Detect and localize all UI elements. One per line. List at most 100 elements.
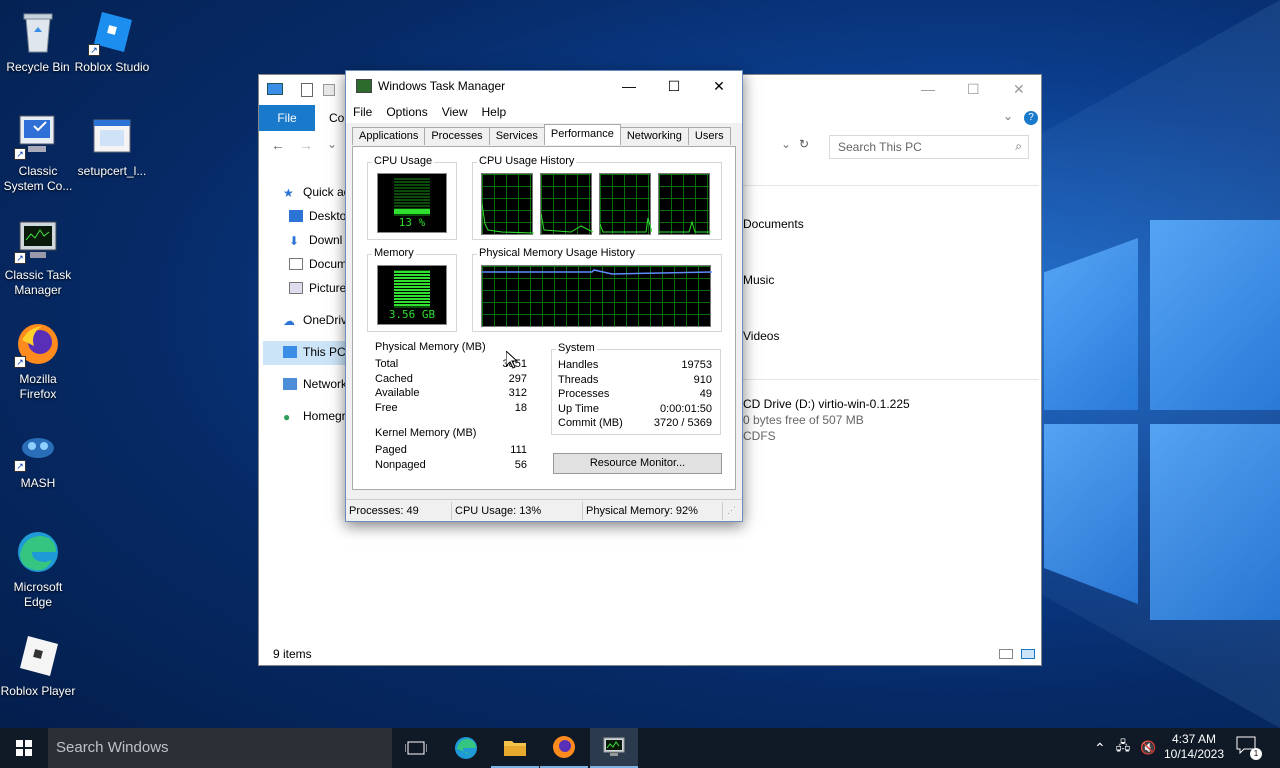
- desktop-icon-classic-task-manager[interactable]: ↗ Classic Task Manager: [0, 216, 76, 298]
- desktop-icon-label: Classic Task Manager: [4, 268, 72, 297]
- resource-monitor-button[interactable]: Resource Monitor...: [553, 453, 722, 474]
- folder-music[interactable]: Music: [743, 273, 774, 287]
- task-view-button[interactable]: [392, 728, 440, 768]
- memory-group: Memory 3.56 GB: [367, 247, 457, 332]
- task-manager-titlebar[interactable]: Windows Task Manager — ☐ ✕: [346, 71, 742, 101]
- desktop-icon-setupcert[interactable]: setupcert_l...: [74, 112, 150, 179]
- stat-value: 56: [514, 458, 527, 471]
- computer-icon: [283, 346, 297, 358]
- volume-muted-icon[interactable]: 🔇: [1140, 740, 1156, 756]
- file-tab[interactable]: File: [259, 105, 315, 131]
- nav-this-pc[interactable]: This PC: [283, 345, 346, 359]
- desktop-icon-mash[interactable]: ↗ MASH: [0, 424, 76, 491]
- stat-key: Threads: [558, 373, 599, 386]
- ribbon-tab-computer[interactable]: Co: [329, 111, 344, 125]
- taskbar-search-box[interactable]: Search Windows: [48, 728, 392, 768]
- properties-icon[interactable]: [301, 83, 313, 97]
- cd-drive-item[interactable]: CD Drive (D:) virtio-win-0.1.225 0 bytes…: [743, 396, 910, 444]
- folder-videos[interactable]: Videos: [743, 329, 779, 343]
- desktop-icon: [289, 210, 303, 222]
- show-hidden-icons-chevron-up-icon[interactable]: ⌃: [1094, 740, 1106, 757]
- tab-networking[interactable]: Networking: [619, 127, 689, 145]
- refresh-icon[interactable]: ↻: [799, 137, 809, 151]
- nav-pictures[interactable]: Picture: [289, 281, 346, 295]
- maximize-button[interactable]: ☐: [967, 81, 980, 98]
- window-title: Windows Task Manager: [378, 79, 506, 93]
- nav-documents[interactable]: Docum: [289, 257, 347, 271]
- tab-users[interactable]: Users: [687, 127, 731, 145]
- performance-panel: CPU Usage 13 % CPU Usage History Memory …: [352, 146, 736, 490]
- network-icon: [283, 378, 297, 390]
- divider: [743, 185, 1039, 186]
- minimize-button[interactable]: —: [606, 71, 652, 101]
- clock[interactable]: 4:37 AM 10/14/2023: [1160, 732, 1228, 762]
- stat-row: Nonpaged 56: [375, 458, 527, 473]
- stat-key: Commit (MB): [558, 417, 623, 429]
- nav-homegroup[interactable]: ● Homegr: [283, 409, 346, 424]
- resize-grip-icon[interactable]: ⋰: [727, 505, 736, 516]
- nav-desktop[interactable]: Deskto: [289, 209, 346, 223]
- details-view-icon[interactable]: [999, 649, 1013, 659]
- chevron-down-icon[interactable]: ⌄: [1003, 109, 1013, 123]
- address-dropdown-icon[interactable]: ⌄: [781, 137, 791, 151]
- nav-onedrive[interactable]: ☁ OneDriv: [283, 313, 347, 328]
- tab-services[interactable]: Services: [488, 127, 545, 145]
- system-rows: Handles 19753 Threads 910 Processes 49 Up T…: [558, 358, 712, 431]
- desktop-icon-recycle-bin[interactable]: Recycle Bin: [0, 8, 76, 75]
- recent-dropdown-icon[interactable]: ⌄: [327, 137, 337, 151]
- task-manager-window[interactable]: Windows Task Manager — ☐ ✕ File Options …: [345, 70, 743, 522]
- back-arrow-icon[interactable]: ←: [271, 137, 285, 153]
- action-center-button[interactable]: 1: [1236, 736, 1262, 760]
- close-button[interactable]: ✕: [1013, 81, 1025, 98]
- tab-performance[interactable]: Performance: [543, 124, 621, 145]
- desktop-icon-microsoft-edge[interactable]: Microsoft Edge: [0, 528, 76, 610]
- stat-row: Paged 111: [375, 443, 527, 458]
- menu-view[interactable]: View: [442, 105, 468, 119]
- cpu-history-graph-core-2: [540, 173, 594, 235]
- menu-options[interactable]: Options: [386, 105, 427, 119]
- desktop-icon-mozilla-firefox[interactable]: ↗ Mozilla Firefox: [0, 320, 76, 402]
- status-cpu-usage: CPU Usage: 13%: [452, 501, 583, 520]
- start-button[interactable]: [0, 728, 48, 768]
- nav-label: Picture: [309, 281, 347, 295]
- stat-row: Commit (MB) 3720 / 5369: [558, 416, 712, 431]
- stat-value: 297: [508, 372, 527, 385]
- taskbar-firefox[interactable]: [540, 728, 588, 768]
- desktop-icon-label: setupcert_l...: [77, 164, 147, 178]
- taskbar: Search Windows ⌃ 🖧 🔇 4:37 AM 10/14/2023 …: [0, 728, 1280, 768]
- menu-help[interactable]: Help: [482, 105, 507, 119]
- nav-network[interactable]: Network: [283, 377, 347, 391]
- tab-applications[interactable]: Applications: [352, 127, 426, 145]
- network-icon[interactable]: 🖧: [1116, 737, 1131, 759]
- stat-row: Cached 297: [375, 372, 527, 387]
- tab-processes[interactable]: Processes: [424, 127, 490, 145]
- folder-documents[interactable]: Documents: [743, 217, 804, 231]
- nav-quick-access[interactable]: ★ Quick ac: [283, 185, 350, 200]
- menu-file[interactable]: File: [353, 105, 372, 119]
- minimize-button[interactable]: —: [921, 81, 935, 97]
- desktop-icon-roblox-studio[interactable]: ↗ Roblox Studio: [74, 8, 150, 75]
- group-label: CPU Usage: [372, 155, 435, 167]
- search-input[interactable]: Search This PC ⌕: [829, 135, 1029, 159]
- help-icon[interactable]: ?: [1024, 111, 1038, 125]
- desktop-icon-classic-system-config[interactable]: ↗ Classic System Co...: [0, 112, 76, 194]
- task-manager-status-bar: Processes: 49 CPU Usage: 13% Physical Me…: [346, 499, 742, 521]
- desktop-icon-label: Roblox Studio: [74, 60, 150, 74]
- new-folder-icon[interactable]: [323, 84, 335, 96]
- cpu-usage-gauge: 13 %: [377, 173, 447, 233]
- close-button[interactable]: ✕: [696, 71, 742, 101]
- taskbar-edge[interactable]: [442, 728, 490, 768]
- stat-value: 49: [699, 388, 712, 400]
- nav-downloads[interactable]: ⬇ Downl: [289, 233, 342, 248]
- desktop-icon-roblox-player[interactable]: Roblox Player: [0, 632, 76, 699]
- shortcut-arrow-icon: ↗: [14, 148, 26, 160]
- maximize-button[interactable]: ☐: [651, 71, 697, 101]
- stat-row: Total 3851: [375, 357, 527, 372]
- taskbar-task-manager[interactable]: [590, 728, 638, 768]
- forward-arrow-icon[interactable]: →: [299, 137, 313, 153]
- desktop-icon-label: Recycle Bin: [6, 60, 70, 74]
- taskbar-file-explorer[interactable]: [491, 728, 539, 768]
- large-icons-view-icon[interactable]: [1021, 649, 1035, 659]
- shortcut-arrow-icon: ↗: [14, 460, 26, 472]
- menu-bar: File Options View Help: [346, 101, 742, 123]
